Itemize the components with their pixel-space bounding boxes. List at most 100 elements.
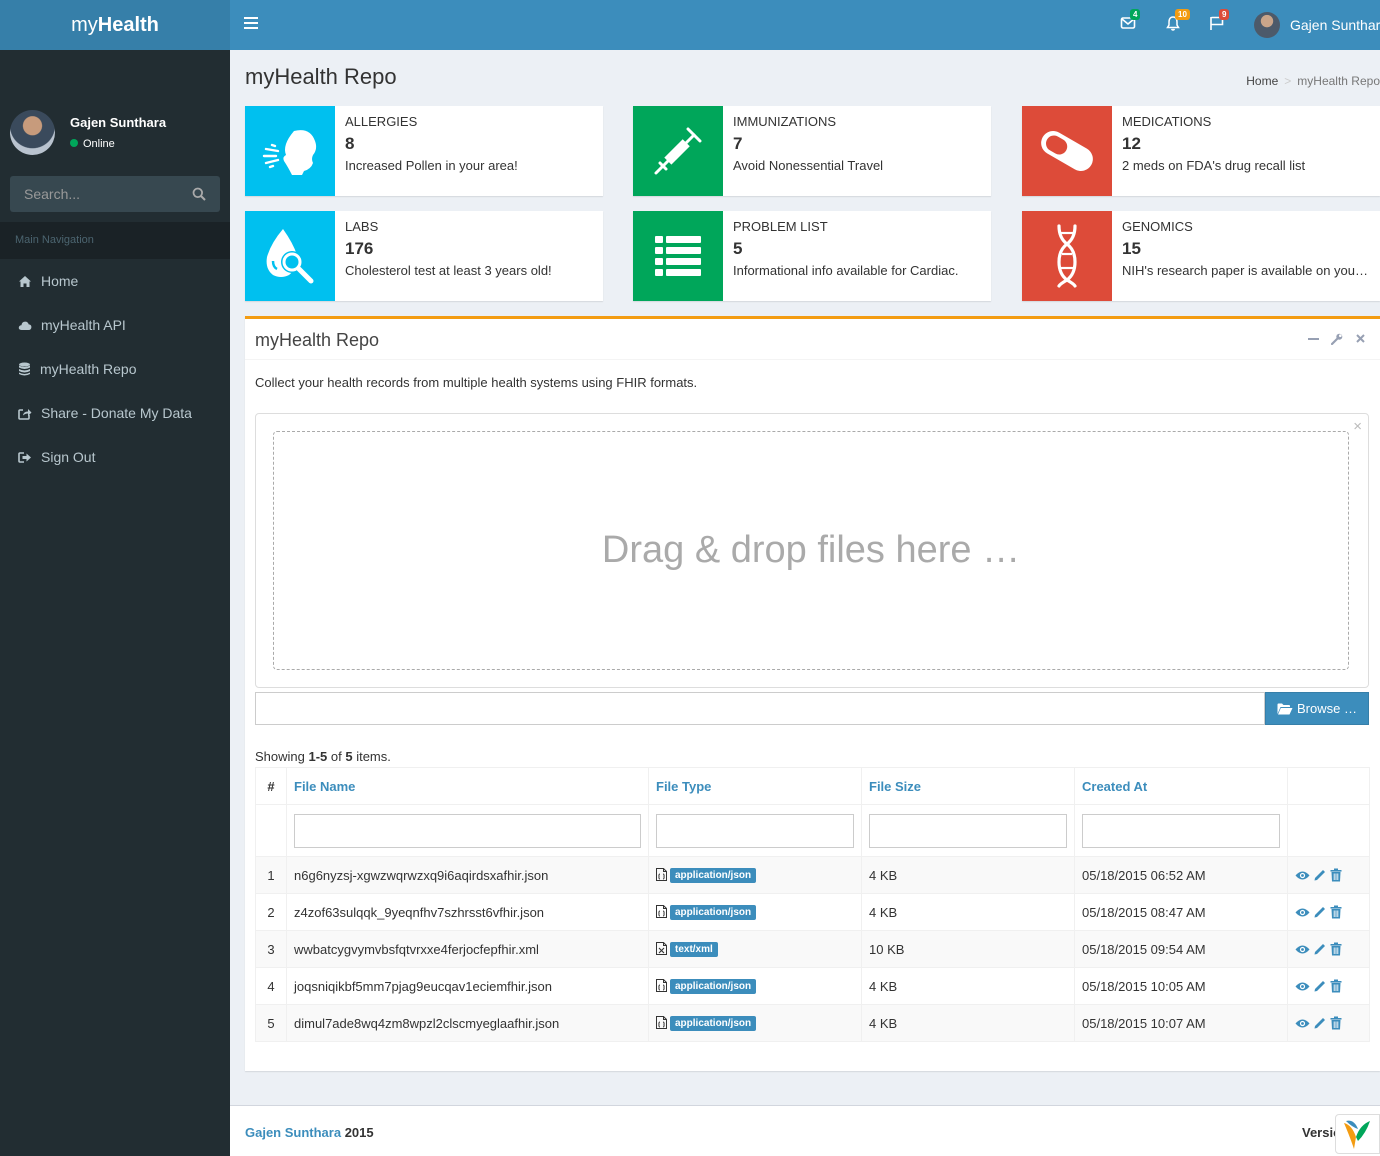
column-header-file-name[interactable]: File Name: [286, 767, 649, 805]
info-box-labs[interactable]: Labs 176 Cholesterol test at least 3 yea…: [245, 211, 603, 301]
user-menu[interactable]: Gajen Sunthara: [1254, 0, 1380, 50]
sidebar-toggle-icon[interactable]: [244, 17, 258, 31]
delete-trash-icon[interactable]: [1330, 979, 1342, 993]
info-box-immunizations[interactable]: Immunizations 7 Avoid Nonessential Trave…: [633, 106, 991, 196]
sidebar-search-input[interactable]: [10, 176, 180, 212]
info-box-problem-list[interactable]: Problem List 5 Informational info availa…: [633, 211, 991, 301]
sidebar-menu: Home myHealth API myHealth Repo Share - …: [0, 259, 230, 479]
view-eye-icon[interactable]: [1295, 907, 1310, 918]
sidebar-item-home[interactable]: Home: [0, 259, 230, 303]
search-icon[interactable]: [192, 187, 206, 201]
json-file-icon: [656, 1016, 667, 1029]
filter-file-type-input[interactable]: [656, 813, 854, 848]
summary-mid: of: [327, 749, 346, 764]
row-index: 4: [255, 967, 287, 1005]
user-status: Online: [70, 138, 115, 150]
delete-trash-icon[interactable]: [1330, 905, 1342, 919]
file-name-cell: joqsniqikbf5mm7pjag9eucqav1eciemfhir.jso…: [286, 967, 649, 1005]
drop-zone[interactable]: Drag & drop files here …: [273, 431, 1349, 670]
file-name-cell: z4zof63sulqqk_9yeqnfhv7szhrsst6vfhir.jso…: [286, 893, 649, 931]
edit-pencil-icon[interactable]: [1313, 979, 1327, 993]
file-drop-area[interactable]: × Drag & drop files here …: [255, 413, 1369, 688]
view-eye-icon[interactable]: [1295, 981, 1310, 992]
wrench-icon[interactable]: [1331, 333, 1343, 345]
info-box-genomics[interactable]: Genomics 15 NIH's research paper is avai…: [1022, 211, 1380, 301]
filter-created-at-input[interactable]: [1082, 813, 1280, 848]
info-box-number: 7: [733, 134, 743, 153]
view-eye-icon[interactable]: [1295, 944, 1310, 955]
table-row: 2 z4zof63sulqqk_9yeqnfhv7szhrsst6vfhir.js…: [255, 893, 1370, 931]
repo-description: Collect your health records from multipl…: [255, 375, 698, 390]
sidebar-search: [10, 176, 220, 212]
browse-button-label: Browse …: [1297, 701, 1357, 716]
browse-button[interactable]: Browse …: [1265, 692, 1369, 725]
filter-file-name-input[interactable]: [294, 813, 641, 848]
info-box-title: Medications: [1122, 114, 1212, 129]
table-row: 5 dimul7ade8wq4zm8wpzl2clscmyeglaafhir.js…: [255, 1004, 1370, 1042]
sidebar-item-share-donate[interactable]: Share - Donate My Data: [0, 391, 230, 435]
messages-icon[interactable]: 4: [1120, 9, 1141, 35]
column-header-file-type[interactable]: File Type: [648, 767, 862, 805]
file-type-cell: application/json: [648, 893, 862, 931]
grid-summary: Showing 1-5 of 5 items.: [255, 749, 391, 764]
sidebar-item-sign-out[interactable]: Sign Out: [0, 435, 230, 479]
brand-light: my: [71, 14, 98, 36]
edit-pencil-icon[interactable]: [1313, 868, 1327, 882]
bell-icon[interactable]: 10: [1165, 9, 1190, 35]
column-header-file-size[interactable]: File Size: [861, 767, 1075, 805]
info-box-title: Immunizations: [733, 114, 837, 129]
main-navigation-header: Main Navigation: [0, 222, 230, 259]
file-type-cell: application/json: [648, 1004, 862, 1042]
file-type-cell: text/xml: [648, 930, 862, 968]
sidebar-item-label: Share - Donate My Data: [41, 405, 192, 421]
sidebar-item-myhealth-repo[interactable]: myHealth Repo: [0, 347, 230, 391]
delete-trash-icon[interactable]: [1330, 868, 1342, 882]
view-eye-icon[interactable]: [1295, 1018, 1310, 1029]
flag-icon[interactable]: 9: [1209, 9, 1230, 35]
edit-pencil-icon[interactable]: [1313, 1016, 1327, 1030]
json-file-icon: [656, 868, 667, 881]
close-icon[interactable]: [1355, 333, 1366, 344]
footer-version: Version: [1302, 1125, 1336, 1140]
json-file-icon: [656, 979, 667, 992]
file-size-cell: 4 KB: [861, 967, 1075, 1005]
sign-out-icon: [18, 451, 31, 463]
info-box-title: Labs: [345, 219, 379, 234]
delete-trash-icon[interactable]: [1330, 942, 1342, 956]
view-eye-icon[interactable]: [1295, 870, 1310, 881]
repo-box-title: myHealth Repo: [255, 330, 380, 350]
drop-close-icon[interactable]: ×: [1353, 418, 1362, 435]
breadcrumb-home[interactable]: Home: [1246, 74, 1278, 88]
column-header-created-at[interactable]: Created At: [1074, 767, 1288, 805]
dna-icon: [1022, 211, 1112, 301]
share-icon: [18, 408, 32, 420]
delete-trash-icon[interactable]: [1330, 1016, 1342, 1030]
column-header-actions: [1287, 767, 1370, 805]
actions-cell: [1287, 967, 1370, 1005]
minimize-icon[interactable]: [1308, 333, 1319, 344]
xml-file-icon: [656, 942, 667, 955]
info-box-medications[interactable]: Medications 12 2 meds on FDA's drug reca…: [1022, 106, 1380, 196]
messages-badge: 4: [1130, 9, 1141, 20]
folder-open-icon: [1277, 703, 1293, 714]
file-caption-input[interactable]: [255, 692, 1265, 725]
row-index: 2: [255, 893, 287, 931]
sidebar-item-myhealth-api[interactable]: myHealth API: [0, 303, 230, 347]
edit-pencil-icon[interactable]: [1313, 905, 1327, 919]
filter-file-size-input[interactable]: [869, 813, 1067, 848]
online-dot-icon: [70, 139, 78, 147]
actions-cell: [1287, 893, 1370, 931]
app-logo[interactable]: myHealth: [0, 0, 230, 50]
sidebar-avatar: [10, 110, 55, 155]
file-size-cell: 4 KB: [861, 1004, 1075, 1042]
actions-cell: [1287, 856, 1370, 894]
table-row: 3 wwbatcygvymvbsfqtvrxxe4ferjocfepfhir.xm…: [255, 930, 1370, 968]
info-box-number: 8: [345, 134, 355, 153]
debug-toolbar-logo[interactable]: [1335, 1114, 1380, 1154]
edit-pencil-icon[interactable]: [1313, 942, 1327, 956]
sidebar-item-label: Sign Out: [41, 449, 96, 465]
file-name-cell: n6g6nyzsj-xgwzwqrwzxq9i6aqirdsxafhir.jso…: [286, 856, 649, 894]
tasks-badge: 9: [1219, 9, 1230, 20]
footer-author-link[interactable]: Gajen Sunthara: [245, 1125, 341, 1140]
info-box-allergies[interactable]: Allergies 8 Increased Pollen in your are…: [245, 106, 603, 196]
